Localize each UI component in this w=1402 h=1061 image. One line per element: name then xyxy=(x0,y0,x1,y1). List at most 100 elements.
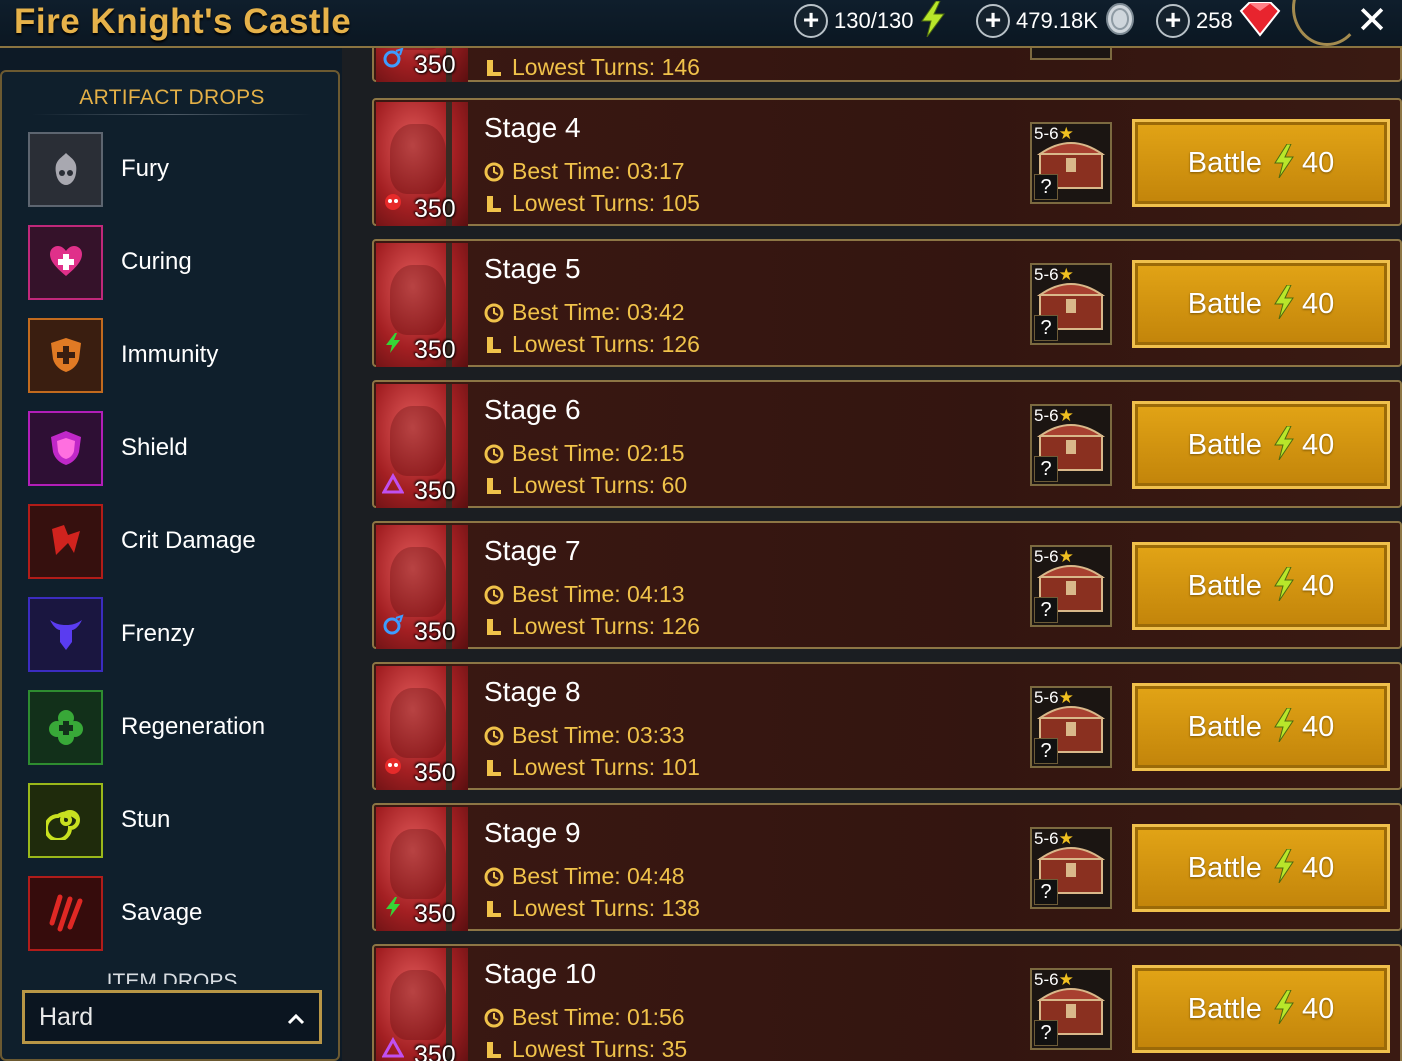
top-bar: Fire Knight's Castle + 130/130 + 479.18K… xyxy=(0,0,1402,48)
battle-button[interactable]: Battle 40 xyxy=(1132,683,1390,771)
boss-level: 350 xyxy=(414,51,456,79)
stage-row[interactable]: 350 Stage 4 Best Time: 03:17 Lowest Turns: … xyxy=(372,98,1402,226)
battle-cost: 40 xyxy=(1301,710,1335,743)
battle-label: Battle xyxy=(1187,287,1262,320)
stage-name: Stage 6 xyxy=(484,394,581,425)
boss-portrait: 350 xyxy=(376,384,468,508)
stage-row[interactable]: 350 Stage 7 Best Time: 04:13 Lowest Turns: … xyxy=(372,521,1402,649)
energy-icon xyxy=(1272,989,1296,1029)
turns-icon xyxy=(487,1041,501,1058)
drop-label: Crit Damage xyxy=(121,527,256,554)
lowest-turns-text: Lowest Turns: 126 xyxy=(512,331,700,357)
best-time: Best Time: 02:15 xyxy=(484,440,685,467)
battle-button[interactable]: Battle 40 xyxy=(1132,542,1390,630)
stage-name: Stage 7 xyxy=(484,535,581,566)
stage-row[interactable]: 350 Stage 10 Best Time: 01:56 Lowest Turns:… xyxy=(372,944,1402,1061)
stage-list[interactable]: 350 Lowest Turns: 146 350 Stage 4 Best Tim… xyxy=(342,48,1402,1061)
immunity-icon xyxy=(28,317,103,393)
stage-name: Stage 10 xyxy=(484,958,597,989)
drop-item-savage[interactable]: Savage xyxy=(28,875,328,951)
difficulty-select[interactable]: Hard xyxy=(22,990,322,1044)
lowest-turns-text: Lowest Turns: 126 xyxy=(512,613,700,639)
lowest-turns-text: Lowest Turns: 60 xyxy=(512,472,688,498)
lowest-turns: Lowest Turns: 146 xyxy=(484,54,700,81)
energy-icon xyxy=(1272,425,1296,465)
turns-icon xyxy=(487,618,501,635)
reward-chest[interactable]: 5-6★? xyxy=(1030,545,1112,627)
battle-cost: 40 xyxy=(1301,851,1335,884)
chevron-up-icon xyxy=(287,1003,305,1032)
boss-level: 350 xyxy=(414,759,456,787)
battle-button[interactable]: Battle 40 xyxy=(1132,119,1390,207)
stage-row[interactable]: 350 Stage 6 Best Time: 02:15 Lowest Turns: … xyxy=(372,380,1402,508)
chest-stars: 5-6★ xyxy=(1034,970,1074,989)
best-time-text: Best Time: 04:13 xyxy=(512,581,685,607)
clock-icon xyxy=(484,867,504,886)
stage-row[interactable]: 350 Stage 5 Best Time: 03:42 Lowest Turns: … xyxy=(372,239,1402,367)
drop-item-regeneration[interactable]: Regeneration xyxy=(28,689,328,765)
add-silver-button[interactable]: + xyxy=(976,4,1010,38)
best-time-text: Best Time: 02:15 xyxy=(512,440,685,466)
battle-button[interactable]: Battle 40 xyxy=(1132,824,1390,912)
lowest-turns: Lowest Turns: 101 xyxy=(484,754,700,781)
add-gems-button[interactable]: + xyxy=(1156,4,1190,38)
energy-icon xyxy=(1272,566,1296,606)
best-time-text: Best Time: 03:17 xyxy=(512,158,685,184)
stage-name: Stage 9 xyxy=(484,817,581,848)
drop-label: Stun xyxy=(121,806,171,833)
chest-stars: 5-6★ xyxy=(1034,829,1074,848)
close-button[interactable]: ✕ xyxy=(1352,2,1392,42)
reward-chest[interactable]: 5-6★? xyxy=(1030,404,1112,486)
reward-chest[interactable]: 5-6★? xyxy=(1030,686,1112,768)
battle-label: Battle xyxy=(1187,428,1262,461)
drop-label: Shield xyxy=(121,434,188,461)
battle-button[interactable]: Battle 40 xyxy=(1132,965,1390,1053)
best-time-text: Best Time: 03:33 xyxy=(512,722,685,748)
best-time-text: Best Time: 03:42 xyxy=(512,299,685,325)
drop-item-crit-damage[interactable]: Crit Damage xyxy=(28,503,328,579)
boss-level: 350 xyxy=(414,1041,456,1061)
page-title: Fire Knight's Castle xyxy=(14,2,352,41)
reward-chest[interactable]: 5-6★? xyxy=(1030,263,1112,345)
regeneration-icon xyxy=(28,689,103,765)
turns-icon xyxy=(487,759,501,776)
stage-row[interactable]: 350 Stage 8 Best Time: 03:33 Lowest Turns: … xyxy=(372,662,1402,790)
drop-item-fury[interactable]: Fury xyxy=(28,131,328,207)
boss-level: 350 xyxy=(414,336,456,364)
boss-portrait: 350 xyxy=(376,948,468,1061)
clock-icon xyxy=(484,726,504,745)
lowest-turns-text: Lowest Turns: 138 xyxy=(512,895,700,921)
drop-item-frenzy[interactable]: Frenzy xyxy=(28,596,328,672)
question-icon: ? xyxy=(1034,315,1058,341)
turns-icon xyxy=(487,195,501,212)
lowest-turns-text: Lowest Turns: 101 xyxy=(512,754,700,780)
crit-damage-icon xyxy=(28,503,103,579)
drop-item-immunity[interactable]: Immunity xyxy=(28,317,328,393)
drop-label: Fury xyxy=(121,155,169,182)
gems-resource: + 258 xyxy=(1156,1,1283,39)
reward-chest[interactable]: 5-6★? xyxy=(1030,827,1112,909)
drop-item-shield[interactable]: Shield xyxy=(28,410,328,486)
drop-item-curing[interactable]: Curing xyxy=(28,224,328,300)
question-icon: ? xyxy=(1034,1020,1058,1046)
add-energy-button[interactable]: + xyxy=(794,4,828,38)
reward-chest[interactable]: 5-6★? xyxy=(1030,122,1112,204)
void-affinity-icon xyxy=(381,1036,405,1061)
energy-icon xyxy=(1272,284,1296,324)
best-time: Best Time: 01:56 xyxy=(484,1004,685,1031)
question-icon: ? xyxy=(1034,174,1058,200)
stage-row[interactable]: 350 Stage 9 Best Time: 04:48 Lowest Turns: … xyxy=(372,803,1402,931)
energy-resource: + 130/130 xyxy=(794,0,948,42)
battle-cost: 40 xyxy=(1301,992,1335,1025)
drop-item-stun[interactable]: Stun xyxy=(28,782,328,858)
item-drops-title: ITEM DROPS xyxy=(106,970,238,984)
lowest-turns-text: Lowest Turns: 35 xyxy=(512,1036,688,1061)
reward-chest[interactable]: 5-6★? xyxy=(1030,968,1112,1050)
reward-chest[interactable] xyxy=(1030,48,1112,60)
battle-label: Battle xyxy=(1187,710,1262,743)
clock-icon xyxy=(484,303,504,322)
battle-button[interactable]: Battle 40 xyxy=(1132,260,1390,348)
energy-icon xyxy=(918,0,948,42)
boss-portrait: 350 xyxy=(376,666,468,790)
battle-button[interactable]: Battle 40 xyxy=(1132,401,1390,489)
